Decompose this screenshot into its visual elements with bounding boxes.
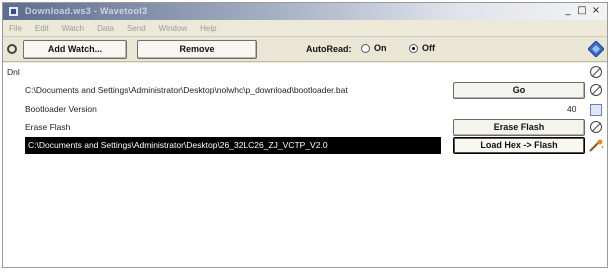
square-refresh-icon[interactable] xyxy=(590,104,602,116)
bootloader-path[interactable]: C:\Documents and Settings\Administrator\… xyxy=(25,85,348,95)
erase-flash-label: Erase Flash xyxy=(25,122,71,132)
circle-slash-icon[interactable] xyxy=(590,121,602,133)
erase-row: Erase Flash Erase Flash xyxy=(3,119,607,137)
app-icon xyxy=(8,6,19,17)
hex-row: C:\Documents and Settings\Administrator\… xyxy=(3,137,607,155)
bootloader-version-label: Bootloader Version xyxy=(25,104,97,114)
window-title: Download.ws3 - Wavetool3 xyxy=(25,6,148,16)
erase-flash-button[interactable]: Erase Flash xyxy=(453,119,585,136)
radio-off-label: Off xyxy=(422,43,435,53)
wand-icon[interactable] xyxy=(588,139,604,153)
bootloader-version-value: 40 xyxy=(567,104,577,114)
load-hex-button[interactable]: Load Hex -> Flash xyxy=(453,137,585,154)
diamond-icon[interactable] xyxy=(588,41,604,57)
close-button[interactable]: × xyxy=(589,5,603,18)
gear-icon[interactable] xyxy=(7,44,17,54)
title-bar[interactable]: Download.ws3 - Wavetool3 _ □ × xyxy=(3,3,607,20)
minimize-button[interactable]: _ xyxy=(561,5,575,18)
circle-slash-icon[interactable] xyxy=(590,66,602,78)
autoread-off-option[interactable]: Off xyxy=(409,43,435,53)
path-row: C:\Documents and Settings\Administrator\… xyxy=(3,82,607,100)
menu-bar: File Edit Watch Data Send Window Help xyxy=(3,21,607,35)
circle-slash-icon[interactable] xyxy=(590,84,602,96)
group-label: Dnl xyxy=(7,67,20,77)
toolbar: Add Watch... Remove AutoRead: On Off xyxy=(3,36,607,62)
application-window: Download.ws3 - Wavetool3 _ □ × File Edit… xyxy=(2,2,608,268)
menu-help[interactable]: Help xyxy=(200,24,216,33)
menu-send[interactable]: Send xyxy=(127,24,146,33)
autoread-on-option[interactable]: On xyxy=(361,43,387,53)
group-row: Dnl xyxy=(3,64,607,82)
menu-edit[interactable]: Edit xyxy=(35,24,49,33)
hex-path: C:\Documents and Settings\Administrator\… xyxy=(28,140,328,150)
radio-off[interactable] xyxy=(409,43,418,53)
version-row: Bootloader Version 40 xyxy=(3,101,607,119)
watch-panel: Dnl C:\Documents and Settings\Administra… xyxy=(3,63,607,267)
go-button[interactable]: Go xyxy=(453,82,585,99)
autoread-label: AutoRead: xyxy=(306,44,352,54)
remove-button[interactable]: Remove xyxy=(137,40,257,59)
menu-data[interactable]: Data xyxy=(97,24,114,33)
window-controls: _ □ × xyxy=(561,5,603,18)
radio-on[interactable] xyxy=(361,43,370,53)
hex-path-selected[interactable]: C:\Documents and Settings\Administrator\… xyxy=(25,137,441,154)
menu-window[interactable]: Window xyxy=(159,24,187,33)
maximize-button[interactable]: □ xyxy=(575,5,589,18)
add-watch-button[interactable]: Add Watch... xyxy=(23,40,127,59)
menu-watch[interactable]: Watch xyxy=(62,24,84,33)
radio-on-label: On xyxy=(374,43,387,53)
menu-file[interactable]: File xyxy=(9,24,22,33)
